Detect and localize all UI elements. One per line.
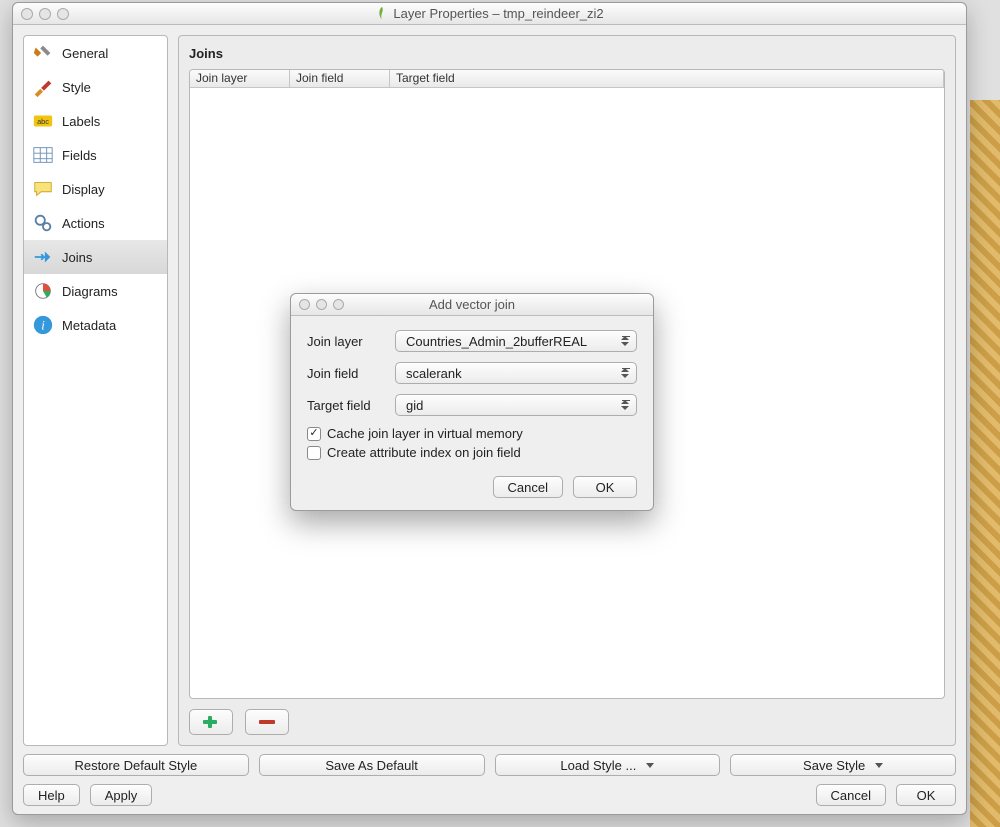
sidebar-item-labels[interactable]: abc Labels bbox=[24, 104, 167, 138]
cache-checkbox-row[interactable]: Cache join layer in virtual memory bbox=[307, 426, 637, 441]
joins-toolbar bbox=[189, 709, 945, 735]
table-header-row: Join layer Join field Target field bbox=[190, 70, 944, 88]
sidebar-item-label: Actions bbox=[62, 216, 105, 231]
combo-value: Countries_Admin_2bufferREAL bbox=[406, 334, 587, 349]
join-field-label: Join field bbox=[307, 366, 385, 381]
paintbrush-icon bbox=[32, 76, 54, 98]
add-vector-join-dialog: Add vector join Join layer Countries_Adm… bbox=[290, 293, 654, 511]
apply-button[interactable]: Apply bbox=[90, 784, 153, 806]
column-header-target-field[interactable]: Target field bbox=[390, 70, 944, 87]
index-checkbox-row[interactable]: Create attribute index on join field bbox=[307, 445, 637, 460]
background-map-sliver bbox=[970, 100, 1000, 827]
sidebar-item-diagrams[interactable]: Diagrams bbox=[24, 274, 167, 308]
table-icon bbox=[32, 144, 54, 166]
help-button[interactable]: Help bbox=[23, 784, 80, 806]
cancel-button[interactable]: Cancel bbox=[816, 784, 886, 806]
sidebar-item-label: Metadata bbox=[62, 318, 116, 333]
sidebar-item-actions[interactable]: Actions bbox=[24, 206, 167, 240]
join-layer-combo[interactable]: Countries_Admin_2bufferREAL bbox=[395, 330, 637, 352]
footer-button-row: Help Apply Cancel OK bbox=[23, 784, 956, 806]
index-checkbox[interactable] bbox=[307, 446, 321, 460]
dialog-body: Join layer Countries_Admin_2bufferREAL J… bbox=[291, 316, 653, 510]
target-field-combo[interactable]: gid bbox=[395, 394, 637, 416]
dialog-title: Add vector join bbox=[291, 297, 653, 312]
svg-text:i: i bbox=[41, 319, 45, 333]
restore-default-style-button[interactable]: Restore Default Style bbox=[23, 754, 249, 776]
dialog-cancel-button[interactable]: Cancel bbox=[493, 476, 563, 498]
style-button-row: Restore Default Style Save As Default Lo… bbox=[23, 754, 956, 776]
combo-value: gid bbox=[406, 398, 423, 413]
target-field-row: Target field gid bbox=[307, 394, 637, 416]
speech-bubble-icon bbox=[32, 178, 54, 200]
sidebar-item-fields[interactable]: Fields bbox=[24, 138, 167, 172]
join-field-row: Join field scalerank bbox=[307, 362, 637, 384]
window-titlebar[interactable]: Layer Properties – tmp_reindeer_zi2 bbox=[13, 3, 966, 25]
ok-button[interactable]: OK bbox=[896, 784, 956, 806]
plus-icon bbox=[202, 715, 220, 729]
join-layer-label: Join layer bbox=[307, 334, 385, 349]
sidebar-item-joins[interactable]: Joins bbox=[24, 240, 167, 274]
sidebar: General Style abc Labels bbox=[23, 35, 168, 746]
sidebar-item-label: General bbox=[62, 46, 108, 61]
svg-text:abc: abc bbox=[37, 117, 49, 126]
combo-value: scalerank bbox=[406, 366, 462, 381]
cache-checkbox[interactable] bbox=[307, 427, 321, 441]
abc-label-icon: abc bbox=[32, 110, 54, 132]
chevron-up-down-icon bbox=[618, 365, 632, 381]
target-field-label: Target field bbox=[307, 398, 385, 413]
dialog-titlebar[interactable]: Add vector join bbox=[291, 294, 653, 316]
join-arrow-icon bbox=[32, 246, 54, 268]
panel-heading: Joins bbox=[189, 46, 945, 61]
join-layer-row: Join layer Countries_Admin_2bufferREAL bbox=[307, 330, 637, 352]
qgis-icon bbox=[375, 6, 389, 20]
remove-join-button[interactable] bbox=[245, 709, 289, 735]
join-field-combo[interactable]: scalerank bbox=[395, 362, 637, 384]
gears-icon bbox=[32, 212, 54, 234]
add-join-button[interactable] bbox=[189, 709, 233, 735]
window-title: Layer Properties – tmp_reindeer_zi2 bbox=[13, 6, 966, 21]
sidebar-item-general[interactable]: General bbox=[24, 36, 167, 70]
sidebar-item-label: Joins bbox=[62, 250, 92, 265]
sidebar-item-display[interactable]: Display bbox=[24, 172, 167, 206]
wrench-icon bbox=[32, 42, 54, 64]
column-header-join-field[interactable]: Join field bbox=[290, 70, 390, 87]
sidebar-item-style[interactable]: Style bbox=[24, 70, 167, 104]
dialog-ok-button[interactable]: OK bbox=[573, 476, 637, 498]
index-checkbox-label: Create attribute index on join field bbox=[327, 445, 521, 460]
save-as-default-button[interactable]: Save As Default bbox=[259, 754, 485, 776]
chevron-up-down-icon bbox=[618, 397, 632, 413]
sidebar-item-label: Labels bbox=[62, 114, 100, 129]
column-header-join-layer[interactable]: Join layer bbox=[190, 70, 290, 87]
chevron-up-down-icon bbox=[618, 333, 632, 349]
info-icon: i bbox=[32, 314, 54, 336]
sidebar-item-metadata[interactable]: i Metadata bbox=[24, 308, 167, 342]
load-style-button[interactable]: Load Style ... bbox=[495, 754, 721, 776]
sidebar-item-label: Display bbox=[62, 182, 105, 197]
minus-icon bbox=[258, 715, 276, 729]
save-style-button[interactable]: Save Style bbox=[730, 754, 956, 776]
cache-checkbox-label: Cache join layer in virtual memory bbox=[327, 426, 523, 441]
pie-chart-icon bbox=[32, 280, 54, 302]
sidebar-item-label: Fields bbox=[62, 148, 97, 163]
sidebar-item-label: Style bbox=[62, 80, 91, 95]
sidebar-item-label: Diagrams bbox=[62, 284, 118, 299]
dialog-button-row: Cancel OK bbox=[307, 476, 637, 498]
